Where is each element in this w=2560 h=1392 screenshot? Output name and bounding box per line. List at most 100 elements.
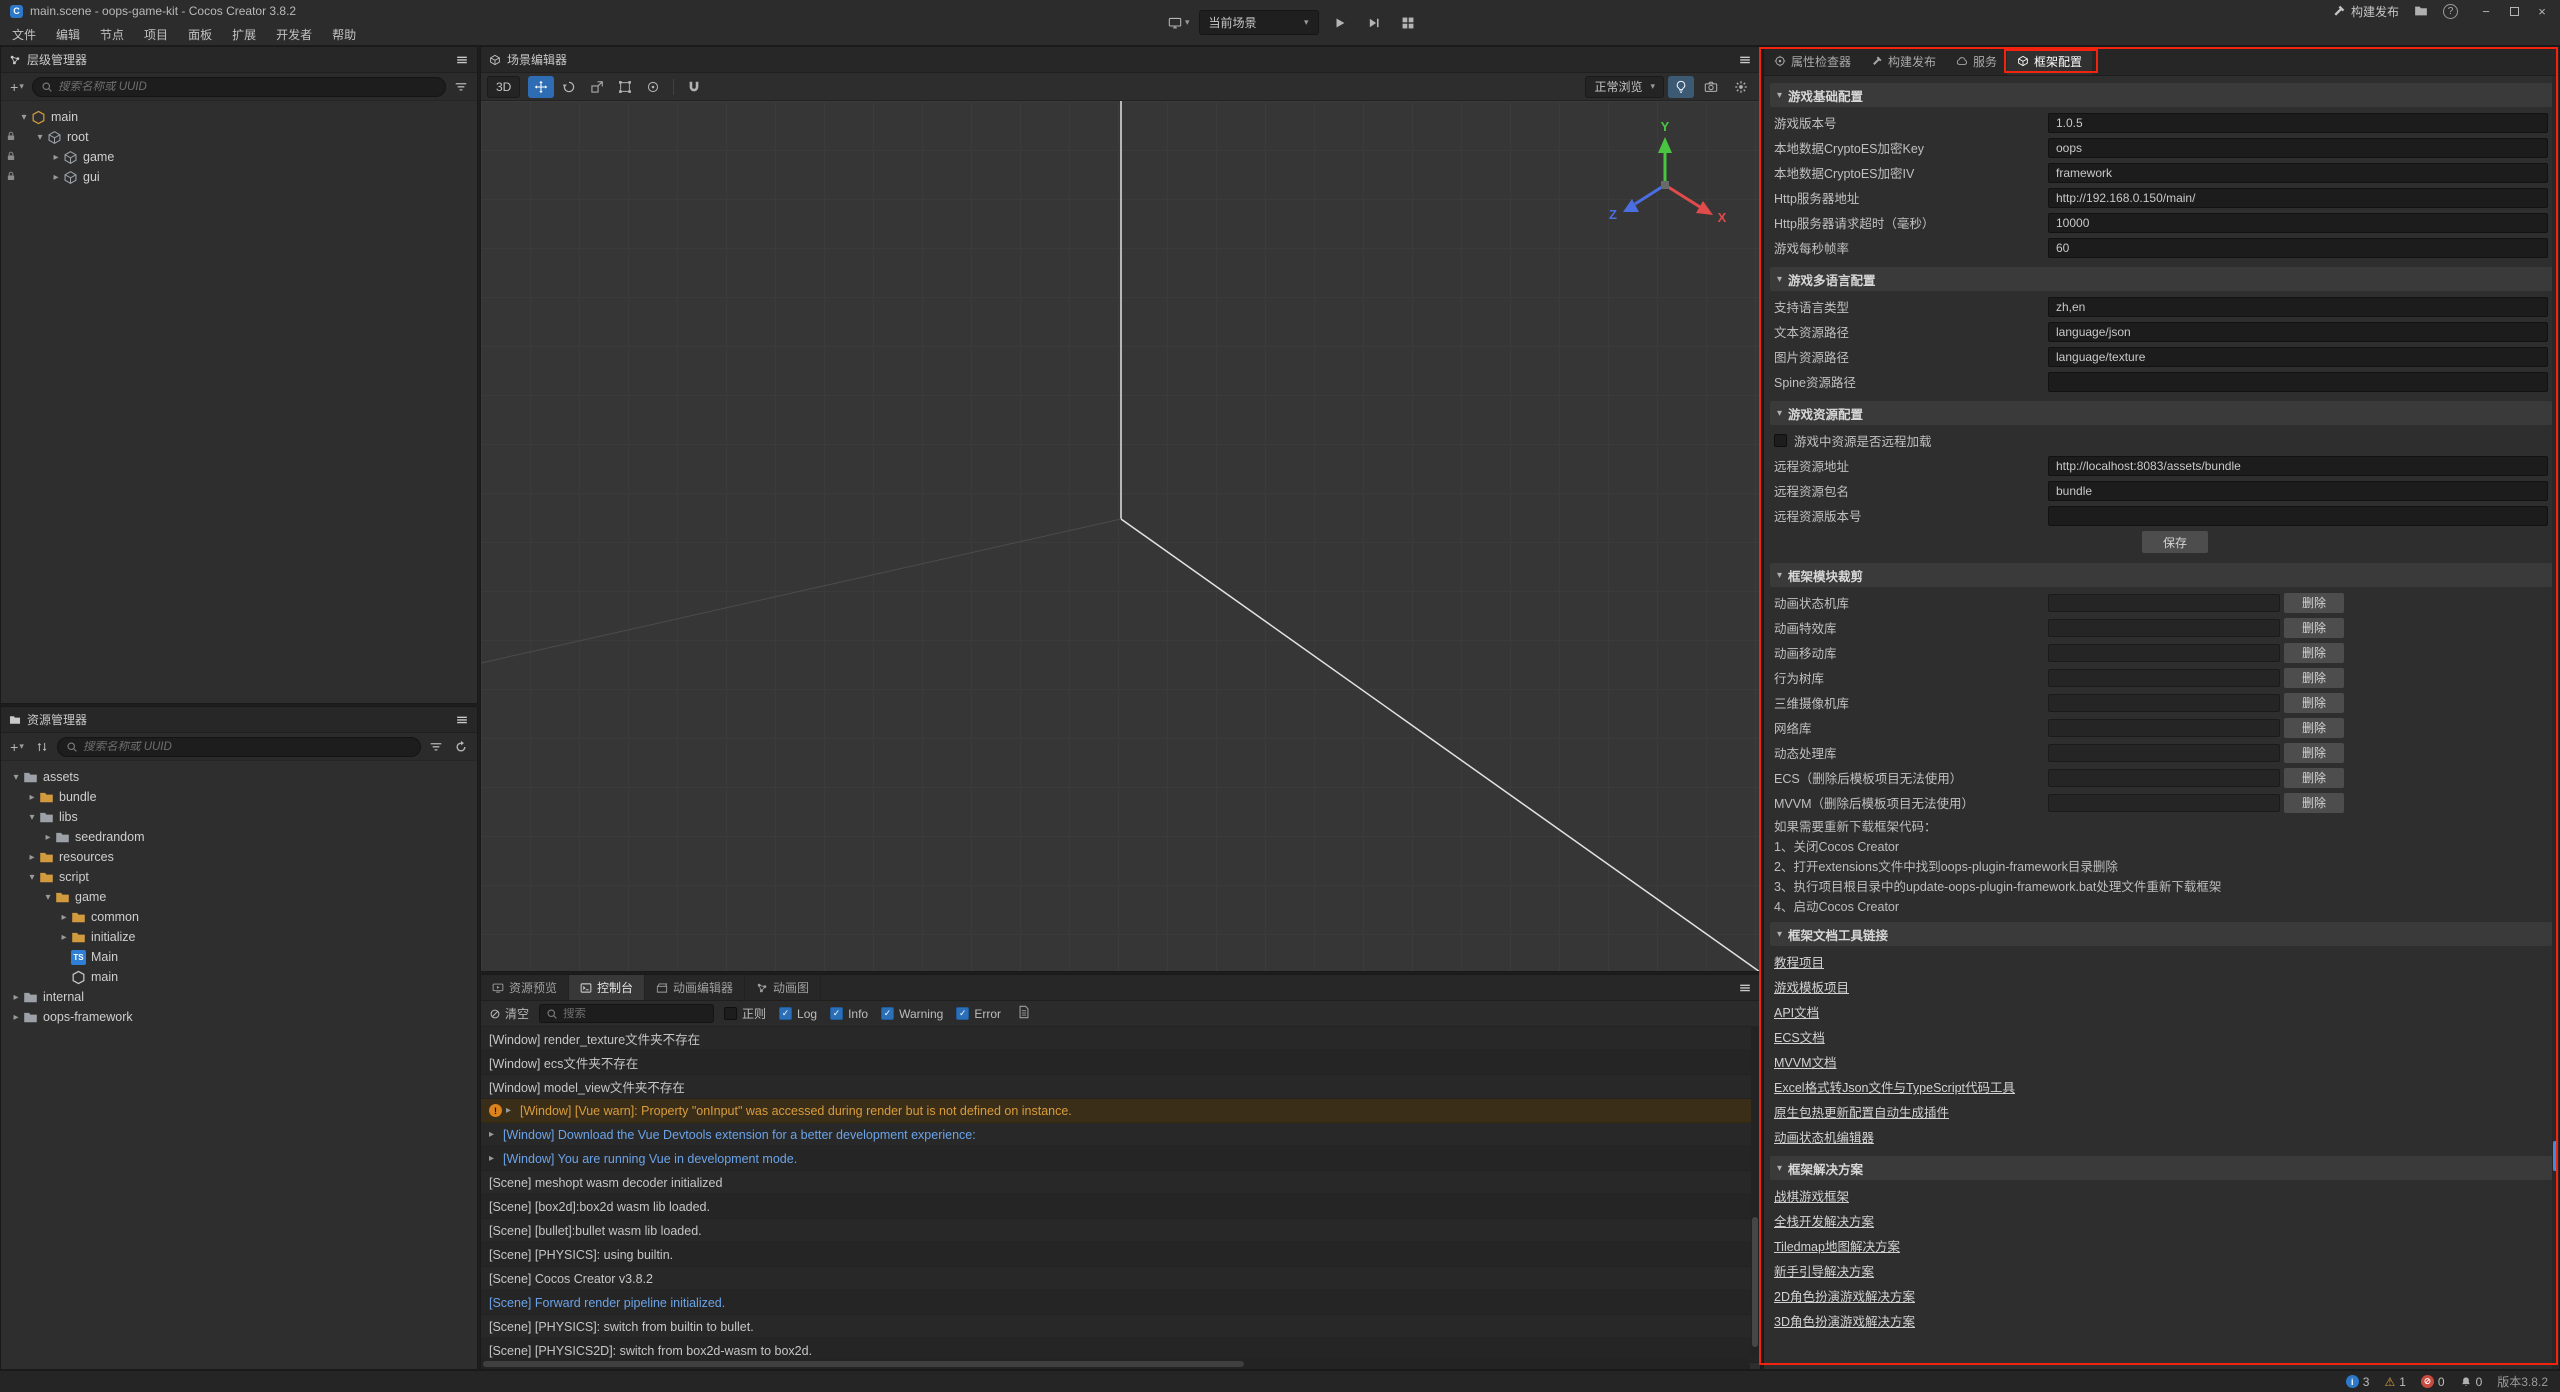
filter-checkbox[interactable] [830,1007,843,1020]
expand-arrow-icon[interactable]: ▸ [489,1129,503,1140]
tree-item[interactable]: ▾root [1,127,477,147]
panel-menu-icon[interactable] [1738,53,1752,67]
filter-info[interactable]: Info [830,1007,868,1021]
orientation-gizmo[interactable]: YXZ [1600,119,1730,242]
scene-selector-dropdown[interactable]: 当前场景▾ [1199,10,1319,35]
field-input[interactable]: 60 [2048,238,2548,258]
clear-console-button[interactable]: 清空 [489,1005,529,1022]
doc-link[interactable]: 全栈开发解决方案 [1774,1211,1874,1230]
chevron-right-icon[interactable]: ▸ [9,992,23,1003]
menu-item[interactable]: 帮助 [322,26,366,43]
doc-link[interactable]: Tiledmap地图解决方案 [1774,1236,1900,1255]
tree-item[interactable]: ▾script [1,867,477,887]
chevron-right-icon[interactable]: ▸ [25,852,39,863]
field-input[interactable]: language/json [2048,322,2548,342]
delete-button[interactable]: 删除 [2284,618,2344,638]
section-header[interactable]: ▾框架模块裁剪 [1770,563,2552,587]
assets-search[interactable] [57,737,421,757]
log-row[interactable]: ▸[Window] You are running Vue in develop… [481,1147,1760,1171]
tree-item[interactable]: ▸initialize [1,927,477,947]
expand-arrow-icon[interactable]: ▸ [489,1153,503,1164]
view-mode-dropdown[interactable]: 正常浏览▾ [1585,76,1664,98]
save-button[interactable]: 保存 [2142,531,2208,553]
rotate-tool-button[interactable] [556,76,582,98]
refresh-assets-button[interactable] [451,737,471,757]
filter-checkbox[interactable] [724,1007,737,1020]
tree-item[interactable]: ▸bundle [1,787,477,807]
log-row[interactable]: [Scene] meshopt wasm decoder initialized [481,1171,1760,1195]
filter-warning[interactable]: Warning [881,1007,943,1021]
menu-item[interactable]: 项目 [134,26,178,43]
delete-button[interactable]: 删除 [2284,693,2344,713]
scene-viewport[interactable]: YXZ [481,101,1760,971]
console-tab[interactable]: 动画图 [745,975,821,1000]
field-input[interactable]: http://localhost:8083/assets/bundle [2048,456,2548,476]
open-project-folder-button[interactable] [2413,3,2429,19]
menu-item[interactable]: 文件 [2,26,46,43]
chevron-down-icon[interactable]: ▾ [25,812,39,823]
log-row[interactable]: [Scene] Forward render pipeline initiali… [481,1291,1760,1315]
doc-link[interactable]: 动画状态机编辑器 [1774,1127,1874,1146]
log-row[interactable]: [Scene] [PHYSICS]: switch from builtin t… [481,1315,1760,1339]
chevron-down-icon[interactable]: ▾ [9,772,23,783]
chevron-right-icon[interactable]: ▸ [49,152,63,163]
config-scroll-thumb[interactable] [2553,1141,2558,1171]
delete-button[interactable]: 删除 [2284,768,2344,788]
section-header[interactable]: ▾框架解决方案 [1770,1156,2552,1180]
step-button[interactable] [1362,10,1387,35]
tree-item[interactable]: ▸seedrandom [1,827,477,847]
filter-checkbox[interactable] [956,1007,969,1020]
doc-link[interactable]: 2D角色扮演游戏解决方案 [1774,1286,1915,1305]
console-tab[interactable]: 动画编辑器 [645,975,745,1000]
section-header[interactable]: ▾游戏基础配置 [1770,83,2552,107]
delete-button[interactable]: 删除 [2284,593,2344,613]
create-asset-button[interactable]: +▾ [7,737,27,757]
doc-link[interactable]: MVVM文档 [1774,1052,1837,1071]
expand-arrow-icon[interactable]: ▸ [506,1105,520,1116]
scene-settings-button[interactable] [1728,76,1754,98]
field-input[interactable]: zh,en [2048,297,2548,317]
preview-target-button[interactable]: ▾ [1168,16,1190,30]
doc-link[interactable]: 3D角色扮演游戏解决方案 [1774,1311,1915,1330]
section-header[interactable]: ▾框架文档工具链接 [1770,922,2552,946]
info-count[interactable]: i3 [2346,1375,2370,1389]
doc-link[interactable]: 原生包热更新配置自动生成插件 [1774,1102,1949,1121]
tree-item[interactable]: ▸common [1,907,477,927]
tree-item[interactable]: main [1,967,477,987]
scale-tool-button[interactable] [584,76,610,98]
remote-load-checkbox[interactable] [1774,434,1787,447]
help-button[interactable]: ? [2443,4,2458,19]
delete-button[interactable]: 删除 [2284,718,2344,738]
filter-log[interactable]: Log [779,1007,817,1021]
tab-inspector[interactable]: 属性检查器 [1764,47,1861,75]
chevron-right-icon[interactable]: ▸ [9,1012,23,1023]
doc-link[interactable]: 战棋游戏框架 [1774,1186,1849,1205]
log-row[interactable]: [Scene] [PHYSICS]: using builtin. [481,1243,1760,1267]
play-button[interactable] [1328,10,1353,35]
layout-button[interactable] [1396,10,1421,35]
doc-link[interactable]: 新手引导解决方案 [1774,1261,1874,1280]
delete-button[interactable]: 删除 [2284,668,2344,688]
chevron-down-icon[interactable]: ▾ [25,872,39,883]
tab-build[interactable]: 构建发布 [1861,47,1946,75]
chevron-right-icon[interactable]: ▸ [57,932,71,943]
chevron-right-icon[interactable]: ▸ [57,912,71,923]
console-search[interactable] [539,1004,714,1023]
delete-button[interactable]: 删除 [2284,743,2344,763]
field-input[interactable] [2048,372,2548,392]
log-row[interactable]: !▸[Window] [Vue warn]: Property "onInput… [481,1099,1760,1123]
create-node-button[interactable]: +▾ [7,77,27,97]
sort-assets-button[interactable] [32,737,52,757]
hierarchy-filter-button[interactable] [451,77,471,97]
assets-search-input[interactable] [83,741,412,753]
menu-item[interactable]: 扩展 [222,26,266,43]
snap-settings-button[interactable] [681,76,707,98]
log-row[interactable]: ▸[Window] Download the Vue Devtools exte… [481,1123,1760,1147]
move-tool-button[interactable] [528,76,554,98]
tree-item[interactable]: ▸game [1,147,477,167]
panel-menu-icon[interactable] [455,53,469,67]
filter-正则[interactable]: 正则 [724,1005,766,1022]
field-input[interactable] [2048,506,2548,526]
scene-camera-button[interactable] [1698,76,1724,98]
filter-error[interactable]: Error [956,1007,1001,1021]
